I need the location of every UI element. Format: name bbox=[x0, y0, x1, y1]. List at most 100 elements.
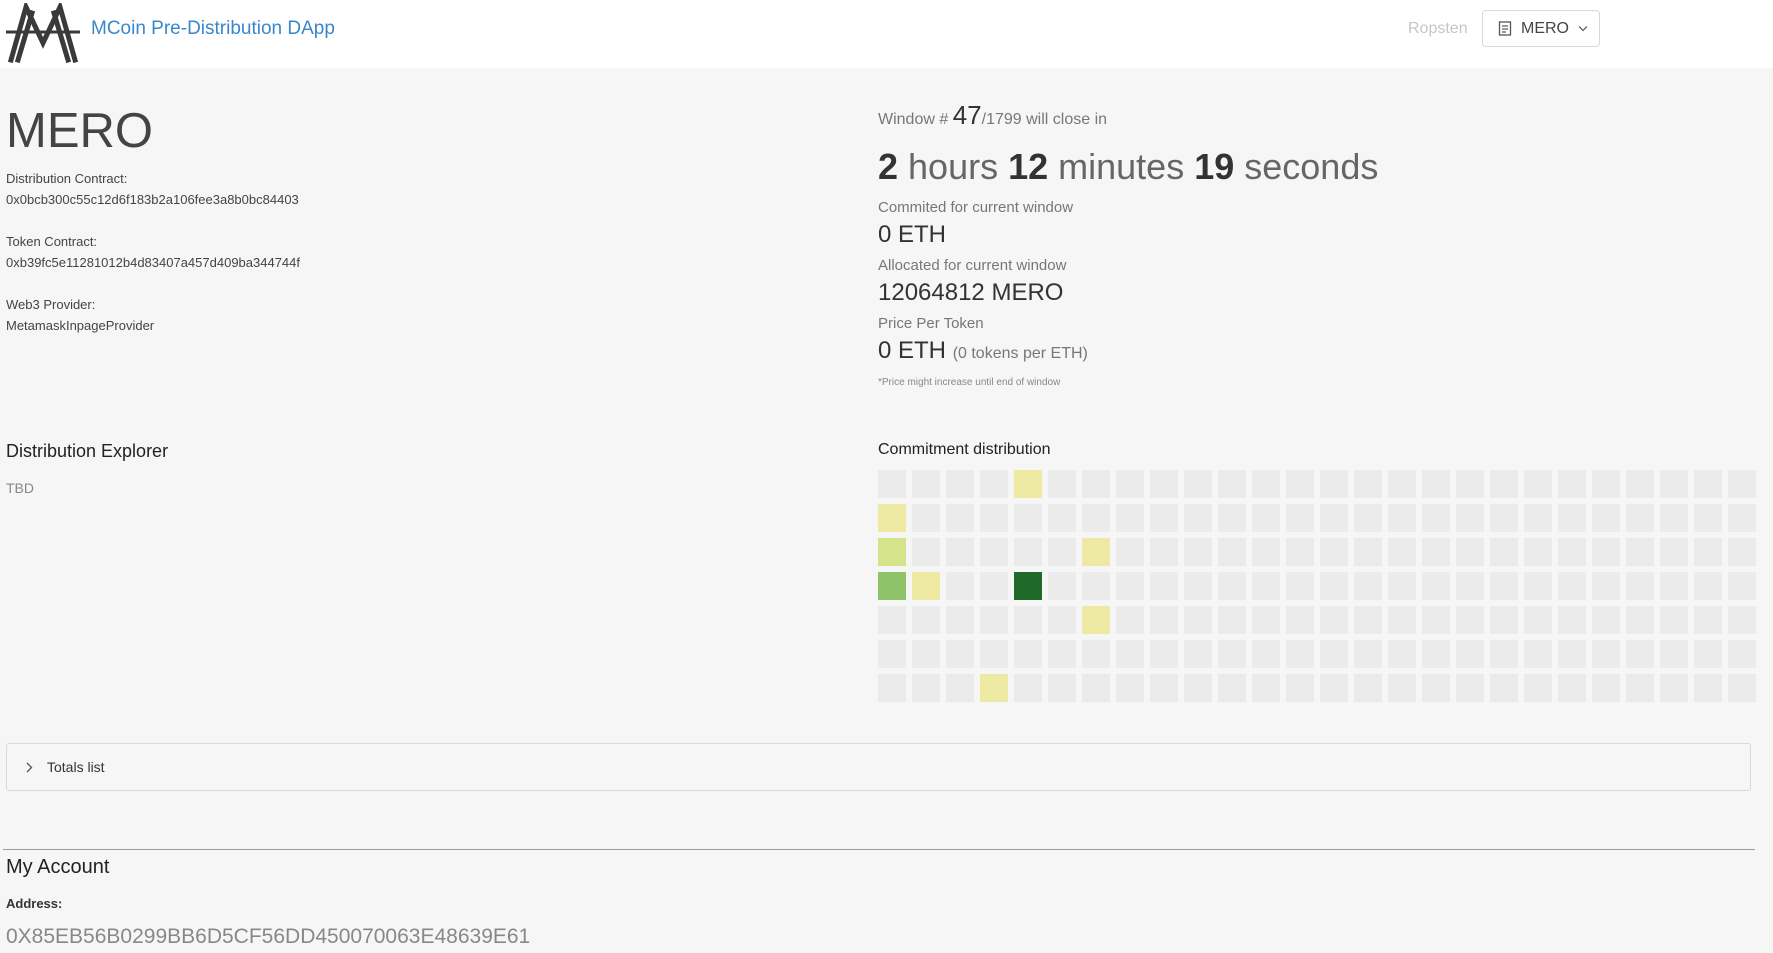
heatmap-cell[interactable] bbox=[1388, 640, 1416, 668]
heatmap-cell[interactable] bbox=[1558, 538, 1586, 566]
heatmap-cell[interactable] bbox=[980, 640, 1008, 668]
heatmap-cell[interactable] bbox=[1116, 470, 1144, 498]
heatmap-cell[interactable] bbox=[1082, 606, 1110, 634]
heatmap-cell[interactable] bbox=[1150, 572, 1178, 600]
heatmap-cell[interactable] bbox=[1252, 504, 1280, 532]
heatmap-cell[interactable] bbox=[1626, 674, 1654, 702]
heatmap-cell[interactable] bbox=[1388, 538, 1416, 566]
heatmap-cell[interactable] bbox=[1014, 504, 1042, 532]
heatmap-cell[interactable] bbox=[1184, 572, 1212, 600]
heatmap-cell[interactable] bbox=[1082, 674, 1110, 702]
heatmap-cell[interactable] bbox=[1048, 504, 1076, 532]
heatmap-cell[interactable] bbox=[878, 572, 906, 600]
heatmap-cell[interactable] bbox=[1116, 640, 1144, 668]
heatmap-cell[interactable] bbox=[1184, 470, 1212, 498]
heatmap-cell[interactable] bbox=[1014, 674, 1042, 702]
heatmap-cell[interactable] bbox=[1048, 640, 1076, 668]
heatmap-cell[interactable] bbox=[1660, 674, 1688, 702]
heatmap-cell[interactable] bbox=[980, 504, 1008, 532]
token-select[interactable]: MERO bbox=[1482, 10, 1600, 47]
heatmap-cell[interactable] bbox=[1218, 572, 1246, 600]
heatmap-cell[interactable] bbox=[1694, 538, 1722, 566]
heatmap-cell[interactable] bbox=[1728, 572, 1756, 600]
heatmap-cell[interactable] bbox=[1728, 640, 1756, 668]
heatmap-cell[interactable] bbox=[1456, 674, 1484, 702]
heatmap-cell[interactable] bbox=[1286, 674, 1314, 702]
heatmap-cell[interactable] bbox=[1490, 504, 1518, 532]
heatmap-cell[interactable] bbox=[1150, 538, 1178, 566]
heatmap-cell[interactable] bbox=[1728, 470, 1756, 498]
heatmap-cell[interactable] bbox=[1048, 572, 1076, 600]
heatmap-cell[interactable] bbox=[1728, 504, 1756, 532]
heatmap-cell[interactable] bbox=[1014, 640, 1042, 668]
heatmap-cell[interactable] bbox=[1728, 538, 1756, 566]
heatmap-cell[interactable] bbox=[878, 606, 906, 634]
heatmap-cell[interactable] bbox=[1456, 640, 1484, 668]
heatmap-cell[interactable] bbox=[1218, 538, 1246, 566]
heatmap-cell[interactable] bbox=[912, 470, 940, 498]
heatmap-cell[interactable] bbox=[1558, 572, 1586, 600]
heatmap-cell[interactable] bbox=[1694, 640, 1722, 668]
heatmap-cell[interactable] bbox=[1490, 674, 1518, 702]
heatmap-cell[interactable] bbox=[1422, 504, 1450, 532]
heatmap-cell[interactable] bbox=[1286, 470, 1314, 498]
heatmap-cell[interactable] bbox=[1320, 606, 1348, 634]
heatmap-cell[interactable] bbox=[912, 538, 940, 566]
heatmap-cell[interactable] bbox=[980, 538, 1008, 566]
heatmap-cell[interactable] bbox=[1150, 674, 1178, 702]
heatmap-cell[interactable] bbox=[1218, 606, 1246, 634]
heatmap-cell[interactable] bbox=[1592, 606, 1620, 634]
heatmap-cell[interactable] bbox=[946, 470, 974, 498]
heatmap-cell[interactable] bbox=[1048, 674, 1076, 702]
heatmap-cell[interactable] bbox=[1592, 504, 1620, 532]
heatmap-cell[interactable] bbox=[1320, 470, 1348, 498]
heatmap-cell[interactable] bbox=[1354, 640, 1382, 668]
heatmap-cell[interactable] bbox=[1490, 538, 1518, 566]
heatmap-cell[interactable] bbox=[1014, 606, 1042, 634]
heatmap-cell[interactable] bbox=[1524, 572, 1552, 600]
heatmap-cell[interactable] bbox=[1286, 572, 1314, 600]
heatmap-cell[interactable] bbox=[1524, 504, 1552, 532]
mcoin-logo-icon[interactable] bbox=[6, 3, 80, 63]
heatmap-cell[interactable] bbox=[980, 470, 1008, 498]
heatmap-cell[interactable] bbox=[1184, 640, 1212, 668]
heatmap-cell[interactable] bbox=[1592, 674, 1620, 702]
heatmap-cell[interactable] bbox=[1354, 504, 1382, 532]
heatmap-cell[interactable] bbox=[912, 572, 940, 600]
heatmap-cell[interactable] bbox=[1694, 470, 1722, 498]
heatmap-cell[interactable] bbox=[1116, 606, 1144, 634]
heatmap-cell[interactable] bbox=[878, 674, 906, 702]
heatmap-cell[interactable] bbox=[1116, 572, 1144, 600]
heatmap-cell[interactable] bbox=[1082, 470, 1110, 498]
heatmap-cell[interactable] bbox=[1592, 640, 1620, 668]
heatmap-cell[interactable] bbox=[1184, 504, 1212, 532]
heatmap-cell[interactable] bbox=[1490, 640, 1518, 668]
heatmap-cell[interactable] bbox=[1422, 674, 1450, 702]
heatmap-cell[interactable] bbox=[1592, 470, 1620, 498]
heatmap-cell[interactable] bbox=[1252, 470, 1280, 498]
heatmap-cell[interactable] bbox=[1694, 572, 1722, 600]
heatmap-cell[interactable] bbox=[1558, 606, 1586, 634]
heatmap-cell[interactable] bbox=[1456, 606, 1484, 634]
heatmap-cell[interactable] bbox=[1388, 572, 1416, 600]
heatmap-cell[interactable] bbox=[1184, 674, 1212, 702]
heatmap-cell[interactable] bbox=[1694, 674, 1722, 702]
heatmap-cell[interactable] bbox=[912, 674, 940, 702]
totals-list-toggle[interactable]: Totals list bbox=[6, 743, 1751, 791]
account-address[interactable]: 0X85EB56B0299BB6D5CF56DD450070063E48639E… bbox=[6, 925, 530, 949]
heatmap-cell[interactable] bbox=[1150, 504, 1178, 532]
heatmap-cell[interactable] bbox=[946, 606, 974, 634]
heatmap-cell[interactable] bbox=[1252, 572, 1280, 600]
heatmap-cell[interactable] bbox=[1252, 606, 1280, 634]
heatmap-cell[interactable] bbox=[1252, 538, 1280, 566]
heatmap-cell[interactable] bbox=[1524, 674, 1552, 702]
heatmap-cell[interactable] bbox=[1320, 538, 1348, 566]
heatmap-cell[interactable] bbox=[1388, 470, 1416, 498]
heatmap-cell[interactable] bbox=[1082, 640, 1110, 668]
heatmap-cell[interactable] bbox=[878, 640, 906, 668]
heatmap-cell[interactable] bbox=[946, 640, 974, 668]
app-title[interactable]: MCoin Pre-Distribution DApp bbox=[91, 18, 335, 40]
heatmap-cell[interactable] bbox=[1524, 538, 1552, 566]
heatmap-cell[interactable] bbox=[1660, 538, 1688, 566]
heatmap-cell[interactable] bbox=[1252, 640, 1280, 668]
